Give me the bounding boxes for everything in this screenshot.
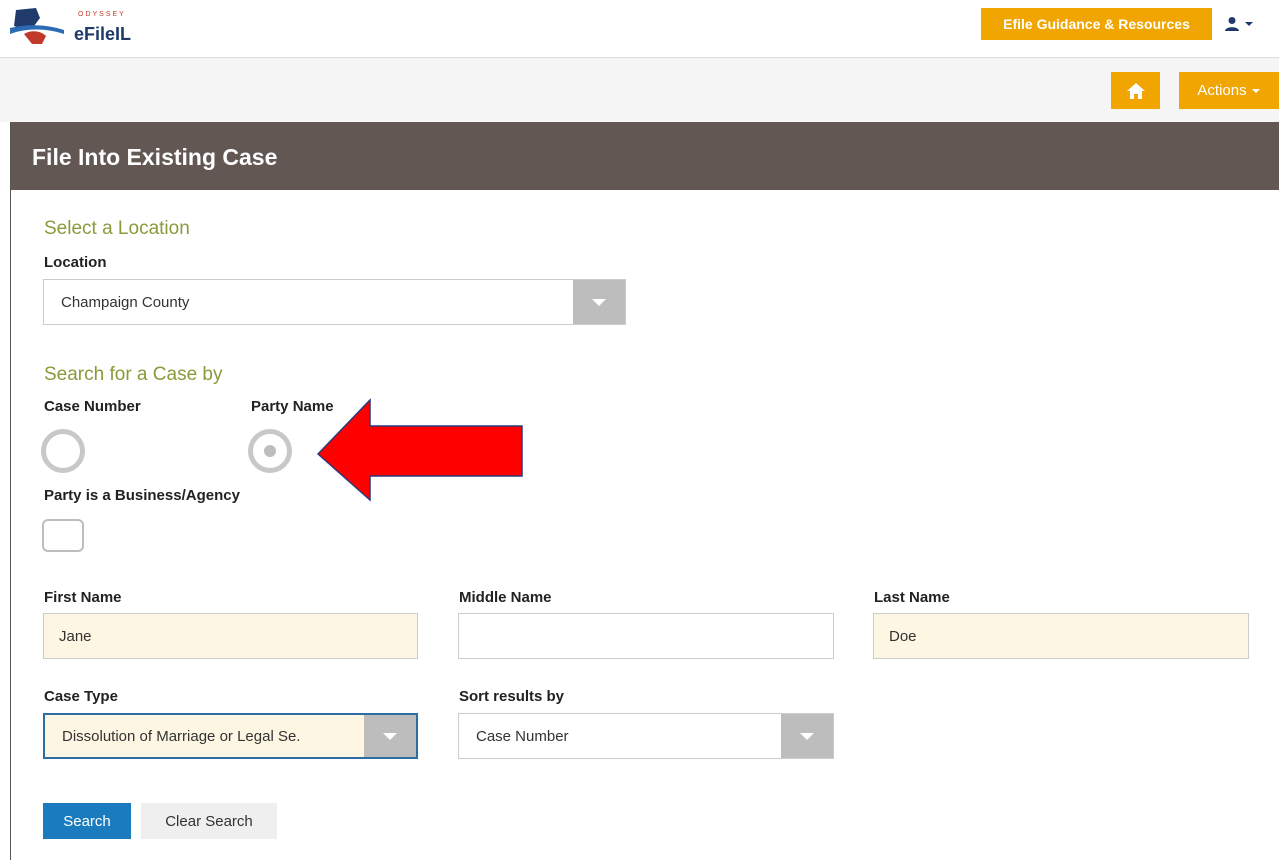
chevron-down-icon <box>1245 22 1253 26</box>
middle-name-input[interactable] <box>458 613 834 659</box>
chevron-down-icon[interactable] <box>573 280 625 324</box>
top-bar: ODYSSEY eFileIL Efile Guidance & Resourc… <box>0 0 1279 58</box>
sort-results-label: Sort results by <box>459 688 565 705</box>
efileil-logo[interactable]: ODYSSEY eFileIL <box>6 4 146 50</box>
sort-results-select-value: Case Number <box>476 728 569 745</box>
user-menu[interactable] <box>1224 12 1270 36</box>
case-type-select-value: Dissolution of Marriage or Legal Se. <box>62 728 301 745</box>
home-button[interactable] <box>1111 72 1160 109</box>
case-type-select[interactable]: Dissolution of Marriage or Legal Se. <box>43 713 418 759</box>
efile-guidance-button[interactable]: Efile Guidance & Resources <box>981 8 1212 40</box>
user-icon <box>1225 17 1239 31</box>
business-agency-label: Party is a Business/Agency <box>44 487 240 504</box>
home-icon <box>1126 82 1145 99</box>
logo-efileil-text: eFileIL <box>74 24 132 44</box>
case-type-label: Case Type <box>44 688 118 705</box>
sort-results-select[interactable]: Case Number <box>458 713 834 759</box>
search-case-by-heading: Search for a Case by <box>44 364 223 385</box>
chevron-down-icon <box>1251 88 1260 93</box>
chevron-down-icon[interactable] <box>781 714 833 758</box>
last-name-label: Last Name <box>874 589 950 606</box>
last-name-input[interactable] <box>873 613 1249 659</box>
actions-dropdown-button[interactable]: Actions <box>1179 72 1279 109</box>
location-select-value: Champaign County <box>61 294 190 311</box>
page-title: File Into Existing Case <box>32 144 278 170</box>
search-button[interactable]: Search <box>43 803 131 839</box>
first-name-label: First Name <box>44 589 122 606</box>
business-agency-checkbox[interactable] <box>42 519 84 552</box>
party-name-radio[interactable] <box>248 429 292 473</box>
first-name-input[interactable] <box>43 613 418 659</box>
clear-search-button[interactable]: Clear Search <box>141 803 277 839</box>
case-number-radio[interactable] <box>41 429 85 473</box>
case-number-option-label: Case Number <box>44 398 141 415</box>
annotation-arrow <box>316 398 523 502</box>
chevron-down-icon[interactable] <box>364 715 416 757</box>
middle-name-label: Middle Name <box>459 589 552 606</box>
illinois-logo-icon <box>10 8 64 44</box>
action-bar <box>0 58 1279 122</box>
select-location-heading: Select a Location <box>44 218 190 239</box>
location-label: Location <box>44 254 107 271</box>
location-select[interactable]: Champaign County <box>43 279 626 325</box>
logo-odyssey-text: ODYSSEY <box>78 11 126 18</box>
actions-label: Actions <box>1197 82 1247 99</box>
panel-header: File Into Existing Case <box>11 122 1279 190</box>
